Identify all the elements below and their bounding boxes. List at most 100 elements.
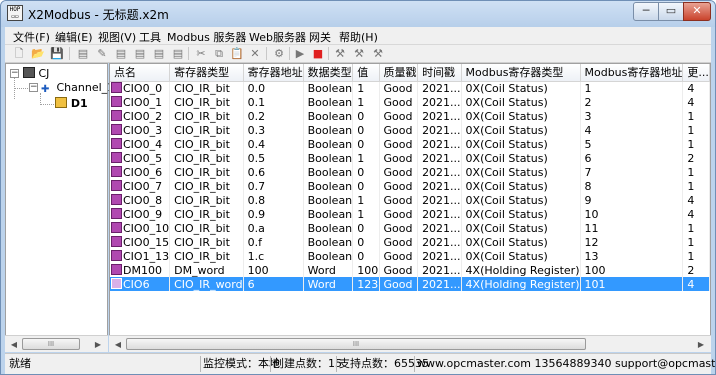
- cell-register-type: CIO_IR_bit: [169, 179, 244, 193]
- menu-edit[interactable]: 编辑(E): [55, 29, 93, 45]
- cell-register-address: 0.a: [243, 221, 304, 235]
- cell-register-type: CIO_IR_bit: [169, 151, 244, 165]
- export-icon[interactable]: ▤: [170, 46, 186, 61]
- column-header-modbus-register-type[interactable]: Modbus寄存器类型: [461, 64, 581, 82]
- table-row[interactable]: DM100 DM_word 100 Word 100 Good 2021... 4X(Hold…: [110, 263, 710, 277]
- tree-node-root[interactable]: CJ: [23, 67, 49, 80]
- cell-data-type: Boolean: [303, 151, 354, 165]
- add-channel-icon[interactable]: ▤: [75, 46, 91, 61]
- tree-horizontal-scrollbar[interactable]: ◀ III ▶: [5, 335, 108, 352]
- cell-modbus-register-type: 0X(Coil Status): [461, 151, 581, 165]
- cell-point-name: CIO0_2: [110, 109, 171, 123]
- add-device-icon[interactable]: ▤: [113, 46, 129, 61]
- new-icon[interactable]: 🗋: [11, 46, 27, 61]
- cell-register-address: 0.2: [243, 109, 304, 123]
- stop-icon[interactable]: ■: [310, 46, 326, 61]
- paste-icon[interactable]: 📋: [229, 46, 245, 61]
- tool-icon[interactable]: ⚒: [370, 46, 386, 61]
- column-header-register-type[interactable]: 寄存器类型: [169, 64, 244, 82]
- cell-timestamp: 2021...: [417, 123, 462, 137]
- cell-data-type: Boolean: [303, 207, 354, 221]
- settings-icon[interactable]: ⚙: [271, 46, 287, 61]
- menu-view[interactable]: 视图(V): [98, 29, 136, 45]
- column-header-value[interactable]: 值: [352, 64, 380, 82]
- table-row[interactable]: CIO0_9 CIO_IR_bit 0.9 Boolean 1 Good 2021... 0X…: [110, 207, 710, 221]
- menu-tools[interactable]: 工具: [139, 29, 161, 45]
- scroll-left-icon[interactable]: ◀: [111, 338, 125, 351]
- cut-icon[interactable]: ✂: [193, 46, 209, 61]
- table-row[interactable]: CIO0_2 CIO_IR_bit 0.2 Boolean 0 Good 2021... 0X…: [110, 109, 710, 123]
- scroll-right-icon[interactable]: ▶: [91, 338, 105, 351]
- menu-modbus-server[interactable]: Modbus 服务器: [167, 29, 246, 45]
- tree-node-channel[interactable]: ✚ Channel_1: [41, 81, 114, 95]
- tree-collapse-toggle[interactable]: −: [29, 83, 38, 92]
- cell-data-type: Boolean: [303, 221, 354, 235]
- project-icon: [23, 67, 35, 78]
- column-header-timestamp[interactable]: 时间戳: [417, 64, 462, 82]
- menu-file[interactable]: 文件(F): [13, 29, 50, 45]
- table-row[interactable]: CIO0_8 CIO_IR_bit 0.8 Boolean 1 Good 2021... 0X…: [110, 193, 710, 207]
- menu-help[interactable]: 帮助(H): [339, 29, 378, 45]
- tree-collapse-toggle[interactable]: −: [10, 69, 19, 78]
- cell-value: 1: [352, 207, 380, 221]
- tool-icon[interactable]: ⚒: [332, 46, 348, 61]
- cell-register-type: CIO_IR_bit: [169, 235, 244, 249]
- add-point-icon[interactable]: ▤: [132, 46, 148, 61]
- cell-update: 1: [682, 137, 710, 151]
- column-header-modbus-register-address[interactable]: Modbus寄存器地址: [580, 64, 684, 82]
- delete-icon[interactable]: ✕: [247, 46, 263, 61]
- cell-modbus-register-type: 0X(Coil Status): [461, 81, 581, 95]
- column-header-update[interactable]: 更...: [682, 64, 710, 82]
- cell-value: 123: [352, 277, 380, 291]
- run-icon[interactable]: ▶: [292, 46, 308, 61]
- table-row[interactable]: CIO1_13 CIO_IR_bit 1.c Boolean 0 Good 2021... 0…: [110, 249, 710, 263]
- open-icon[interactable]: 📂: [30, 46, 46, 61]
- tag-icon: [111, 179, 122, 191]
- table-row[interactable]: CIO0_3 CIO_IR_bit 0.3 Boolean 0 Good 2021... 0X…: [110, 123, 710, 137]
- copy-icon[interactable]: ⧉: [211, 46, 227, 61]
- column-header-register-address[interactable]: 寄存器地址: [243, 64, 304, 82]
- edit-icon[interactable]: ✎: [94, 46, 110, 61]
- cell-register-address: 0.7: [243, 179, 304, 193]
- scrollbar-thumb[interactable]: III: [126, 338, 586, 350]
- close-button[interactable]: ✕: [683, 2, 711, 21]
- import-icon[interactable]: ▤: [151, 46, 167, 61]
- table-row[interactable]: CIO0_0 CIO_IR_bit 0.0 Boolean 1 Good 2021... 0X…: [110, 81, 710, 95]
- cell-timestamp: 2021...: [417, 151, 462, 165]
- table-row[interactable]: CIO0_7 CIO_IR_bit 0.7 Boolean 0 Good 2021... 0X…: [110, 179, 710, 193]
- tag-icon: [111, 221, 122, 233]
- cell-register-address: 0.5: [243, 151, 304, 165]
- column-header-data-type[interactable]: 数据类型: [303, 64, 354, 82]
- table-row[interactable]: CIO0_5 CIO_IR_bit 0.5 Boolean 1 Good 2021... 0X…: [110, 151, 710, 165]
- save-icon[interactable]: 💾: [49, 46, 65, 61]
- table-row[interactable]: CIO0_1 CIO_IR_bit 0.1 Boolean 1 Good 2021... 0X…: [110, 95, 710, 109]
- cell-timestamp: 2021...: [417, 235, 462, 249]
- cell-point-name: CIO1_13: [110, 249, 171, 263]
- table-row[interactable]: CIO0_10 CIO_IR_bit 0.a Boolean 0 Good 2021... 0…: [110, 221, 710, 235]
- tree-node-device[interactable]: D1: [55, 97, 88, 110]
- table-horizontal-scrollbar[interactable]: ◀ III ▶: [109, 335, 711, 352]
- cell-update: 1: [682, 221, 710, 235]
- table-row[interactable]: CIO6 CIO_IR_word 6 Word 123 Good 2021... 4X(Hol…: [110, 277, 710, 291]
- table-row[interactable]: CIO0_6 CIO_IR_bit 0.6 Boolean 0 Good 2021... 0X…: [110, 165, 710, 179]
- cell-register-type: CIO_IR_bit: [169, 207, 244, 221]
- minimize-button[interactable]: ─: [633, 2, 659, 21]
- scrollbar-thumb[interactable]: III: [22, 338, 80, 350]
- table-row[interactable]: CIO0_15 CIO_IR_bit 0.f Boolean 0 Good 2021... 0…: [110, 235, 710, 249]
- cell-timestamp: 2021...: [417, 179, 462, 193]
- menu-web-server[interactable]: Web服务器: [249, 29, 306, 45]
- scroll-left-icon[interactable]: ◀: [7, 338, 21, 351]
- cell-modbus-register-type: 0X(Coil Status): [461, 109, 581, 123]
- cell-quality: Good: [379, 81, 419, 95]
- table-row[interactable]: CIO0_4 CIO_IR_bit 0.4 Boolean 0 Good 2021... 0X…: [110, 137, 710, 151]
- column-header-point-name[interactable]: 点名: [110, 64, 171, 82]
- menu-gateway[interactable]: 网关: [309, 29, 331, 45]
- cell-modbus-register-address: 13: [580, 249, 684, 263]
- tool-icon[interactable]: ⚒: [351, 46, 367, 61]
- tag-icon: [111, 95, 122, 107]
- column-header-quality[interactable]: 质量戳: [379, 64, 419, 82]
- cell-point-name: CIO0_5: [110, 151, 171, 165]
- maximize-button[interactable]: ▭: [658, 2, 684, 21]
- scroll-right-icon[interactable]: ▶: [694, 338, 708, 351]
- tag-icon: [111, 109, 122, 121]
